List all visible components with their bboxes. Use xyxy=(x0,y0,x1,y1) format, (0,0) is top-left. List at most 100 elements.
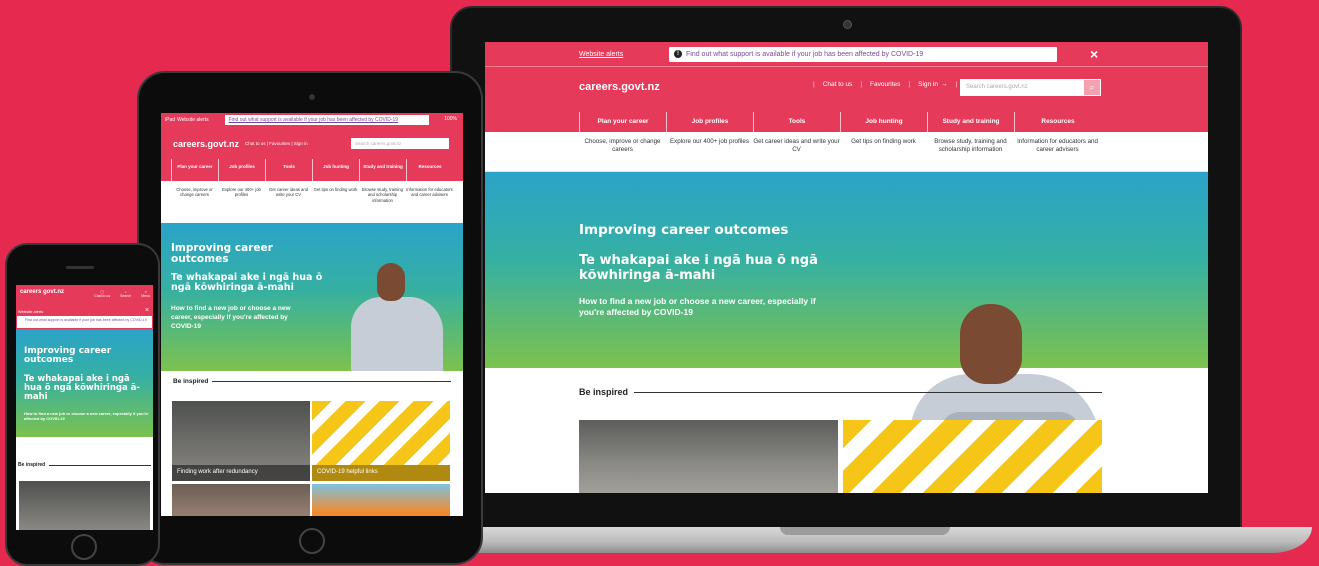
close-icon[interactable]: × xyxy=(1090,46,1098,62)
sub-nav-item[interactable]: Information for educators and career adv… xyxy=(406,181,453,223)
hero-text: How to find a new job or choose a new ca… xyxy=(171,305,291,330)
be-inspired-label: Be inspired xyxy=(18,462,46,468)
sub-nav-item[interactable]: Browse study, training and scholarship i… xyxy=(927,132,1014,171)
nav-plan-your-career[interactable]: Plan your career xyxy=(579,112,666,132)
hero-maori-title: Te whakapai ake i ngā hua ō ngā kōwhirin… xyxy=(24,374,140,402)
tablet-home-button xyxy=(299,528,325,554)
phone-speaker xyxy=(66,266,94,269)
site-logo[interactable]: careers govt.nz xyxy=(20,289,64,295)
divider: | xyxy=(813,81,815,88)
menu-label: Menu xyxy=(141,294,150,298)
site-header: careers.govt.nz Chat to us | Favourites … xyxy=(161,127,463,159)
website-alerts-link[interactable]: Website alerts xyxy=(177,117,209,123)
nav-job-profiles[interactable]: Job profiles xyxy=(666,112,753,132)
favourites-link[interactable]: Favourites xyxy=(870,81,900,88)
chat-link[interactable]: Chat to us xyxy=(823,81,853,88)
alert-message[interactable]: ! Find out what support is available if … xyxy=(669,46,1057,62)
person-body xyxy=(351,297,443,371)
sub-nav-item[interactable]: Get tips on finding work xyxy=(312,181,359,223)
nav-tools[interactable]: Tools xyxy=(753,112,840,132)
alert-message-text: Find out what support is available if yo… xyxy=(686,50,924,58)
be-inspired-heading: Be inspired xyxy=(579,387,1102,397)
story-card-label: Finding work after redundancy xyxy=(172,465,310,481)
divider xyxy=(49,464,151,466)
nav-study-and-training[interactable]: Study and training xyxy=(927,112,1014,132)
divider xyxy=(212,381,451,382)
hero-maori-title: Te whakapai ake i ngā hua ō ngā kōwhirin… xyxy=(579,253,818,283)
hero-title: Improving career outcomes xyxy=(171,242,273,266)
covid-card-image[interactable] xyxy=(843,420,1102,493)
search-input[interactable]: Search careers.govt.nz xyxy=(960,79,1083,96)
site-logo[interactable]: careers.govt.nz xyxy=(173,139,239,149)
divider xyxy=(634,391,1102,393)
story-card-image[interactable] xyxy=(579,420,838,493)
website-alerts-link[interactable]: Website alerts xyxy=(18,309,43,314)
laptop-screen: Website alerts ! Find out what support i… xyxy=(485,42,1208,493)
sub-nav-item[interactable]: Choose, improve or change careers xyxy=(171,181,218,223)
sub-nav-item[interactable]: Get career ideas and write your CV xyxy=(753,132,840,171)
device-label: iPad xyxy=(165,117,176,123)
info-icon: ! xyxy=(674,50,682,58)
be-inspired-label: Be inspired xyxy=(579,387,629,397)
be-inspired-heading: Be inspired xyxy=(173,378,451,385)
nav-tools[interactable]: Tools xyxy=(265,159,312,181)
covid-card[interactable]: COVID-19 helpful links xyxy=(312,401,450,481)
divider: | xyxy=(908,81,911,88)
covid-card-label: COVID-19 helpful links xyxy=(312,465,450,481)
alert-bar: Website alerts ! Find out what support i… xyxy=(485,42,1208,66)
alert-bar: Website alerts × xyxy=(16,307,153,315)
hero-title: Improving career outcomes xyxy=(579,222,789,238)
alert-message[interactable]: Find out what support is available if yo… xyxy=(224,115,429,125)
nav-resources[interactable]: Resources xyxy=(406,159,453,181)
sub-nav-item[interactable]: Information for educators and career adv… xyxy=(1014,132,1101,171)
sign-in-icon: → xyxy=(940,81,948,88)
battery-indicator: 100% xyxy=(444,116,457,122)
alert-message[interactable]: Find out what support is available if yo… xyxy=(16,315,153,329)
hero-text: How to find a new job or choose a new ca… xyxy=(579,296,816,318)
status-bar: iPad Website alerts Find out what suppor… xyxy=(161,113,463,127)
website-alerts-link[interactable]: Website alerts xyxy=(579,51,669,58)
divider: | xyxy=(955,81,958,88)
search-icon[interactable]: ⌕ Search xyxy=(120,290,131,298)
nav-job-profiles[interactable]: Job profiles xyxy=(218,159,265,181)
sub-nav-item[interactable]: Choose, improve or change careers xyxy=(579,132,666,171)
menu-icon[interactable]: ≡ Menu xyxy=(141,290,150,298)
sub-nav-item[interactable]: Explore our 400+ job profiles xyxy=(218,181,265,223)
sub-nav-item[interactable]: Browse study, training and scholarship i… xyxy=(359,181,406,223)
hero-banner: Improving career outcomes Te whakapai ak… xyxy=(485,172,1208,493)
hero-banner: Improving career outcomes Te whakapai ak… xyxy=(161,223,463,371)
sub-nav-item[interactable]: Get tips on finding work xyxy=(840,132,927,171)
chat-icon[interactable]: ▢ Chat to us xyxy=(94,290,110,298)
phone-home-button xyxy=(71,534,97,560)
search-input[interactable]: Search careers.govt.nz xyxy=(351,138,449,149)
hero-banner: Improving career outcomes Te whakapai ak… xyxy=(16,329,153,437)
utility-nav[interactable]: Chat to us | Favourites | Sign in xyxy=(245,141,308,146)
be-inspired-heading: Be inspired xyxy=(18,462,151,468)
story-card-image[interactable] xyxy=(172,484,310,516)
sign-in-link[interactable]: Sign in xyxy=(918,81,938,88)
story-card-image[interactable] xyxy=(312,484,450,516)
sub-nav-item[interactable]: Get career ideas and write your CV xyxy=(265,181,312,223)
person-head xyxy=(377,263,405,301)
story-card[interactable]: Finding work after redundancy xyxy=(172,401,310,481)
divider: | xyxy=(860,81,863,88)
nav-job-hunting[interactable]: Job hunting xyxy=(840,112,927,132)
close-icon[interactable]: × xyxy=(145,307,149,314)
header-icons: ▢ Chat to us ⌕ Search ≡ Menu xyxy=(94,290,150,298)
story-card-image[interactable] xyxy=(19,481,150,530)
tablet-screen: iPad Website alerts Find out what suppor… xyxy=(161,113,463,516)
site-header: careers govt.nz ▢ Chat to us ⌕ Search ≡ Men… xyxy=(16,285,153,307)
search-icon[interactable]: ⌕ xyxy=(1083,79,1101,96)
sub-nav: Choose, improve or change careers Explor… xyxy=(161,181,463,223)
nav-resources[interactable]: Resources xyxy=(1014,112,1101,132)
hero-person-image xyxy=(351,263,443,371)
main-nav: Plan your career Job profiles Tools Job … xyxy=(161,159,463,181)
site-logo[interactable]: careers.govt.nz xyxy=(579,81,660,93)
utility-nav: | Chat to us | Favourites | Sign in → | xyxy=(805,81,965,88)
laptop-notch xyxy=(780,527,950,535)
nav-study-and-training[interactable]: Study and training xyxy=(359,159,406,181)
sub-nav-item[interactable]: Explore our 400+ job profiles xyxy=(666,132,753,171)
nav-job-hunting[interactable]: Job hunting xyxy=(312,159,359,181)
laptop-camera xyxy=(843,20,852,29)
nav-plan-your-career[interactable]: Plan your career xyxy=(171,159,218,181)
